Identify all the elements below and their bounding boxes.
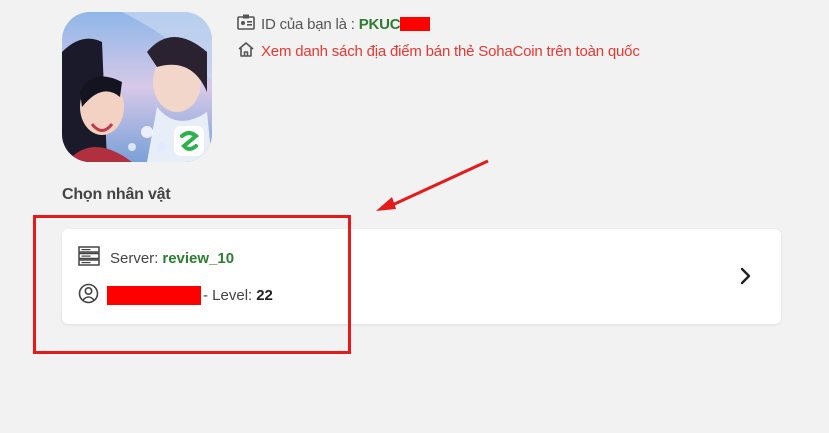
redaction-mark xyxy=(400,17,431,31)
id-card-icon xyxy=(237,14,255,34)
id-label: ID của bạn là : xyxy=(261,15,355,33)
server-label: Server: xyxy=(110,249,159,267)
store-locations-link[interactable]: Xem danh sách địa điểm bán thẻ SohaCoin … xyxy=(237,41,640,61)
section-title: Chọn nhân vật xyxy=(62,186,171,203)
level-value: 22 xyxy=(256,286,273,304)
game-app-icon xyxy=(62,12,212,162)
character-name-redaction xyxy=(107,285,201,305)
user-circle-icon xyxy=(78,283,99,308)
account-id-row: ID của bạn là : PKUC xyxy=(237,14,431,34)
server-value: review_10 xyxy=(162,249,235,267)
home-icon xyxy=(237,41,255,62)
chevron-right-icon[interactable] xyxy=(739,267,753,285)
store-link-text[interactable]: Xem danh sách địa điểm bán thẻ SohaCoin … xyxy=(261,43,640,60)
server-row: Server: review_10 xyxy=(78,246,235,270)
level-label: - Level: xyxy=(203,286,253,304)
character-card[interactable]: Server: review_10 - Level: 22 xyxy=(62,229,781,324)
server-icon xyxy=(78,246,100,270)
annotation-arrow xyxy=(376,159,489,211)
id-value: PKUC xyxy=(358,15,401,33)
character-level-row: - Level: 22 xyxy=(78,283,273,308)
